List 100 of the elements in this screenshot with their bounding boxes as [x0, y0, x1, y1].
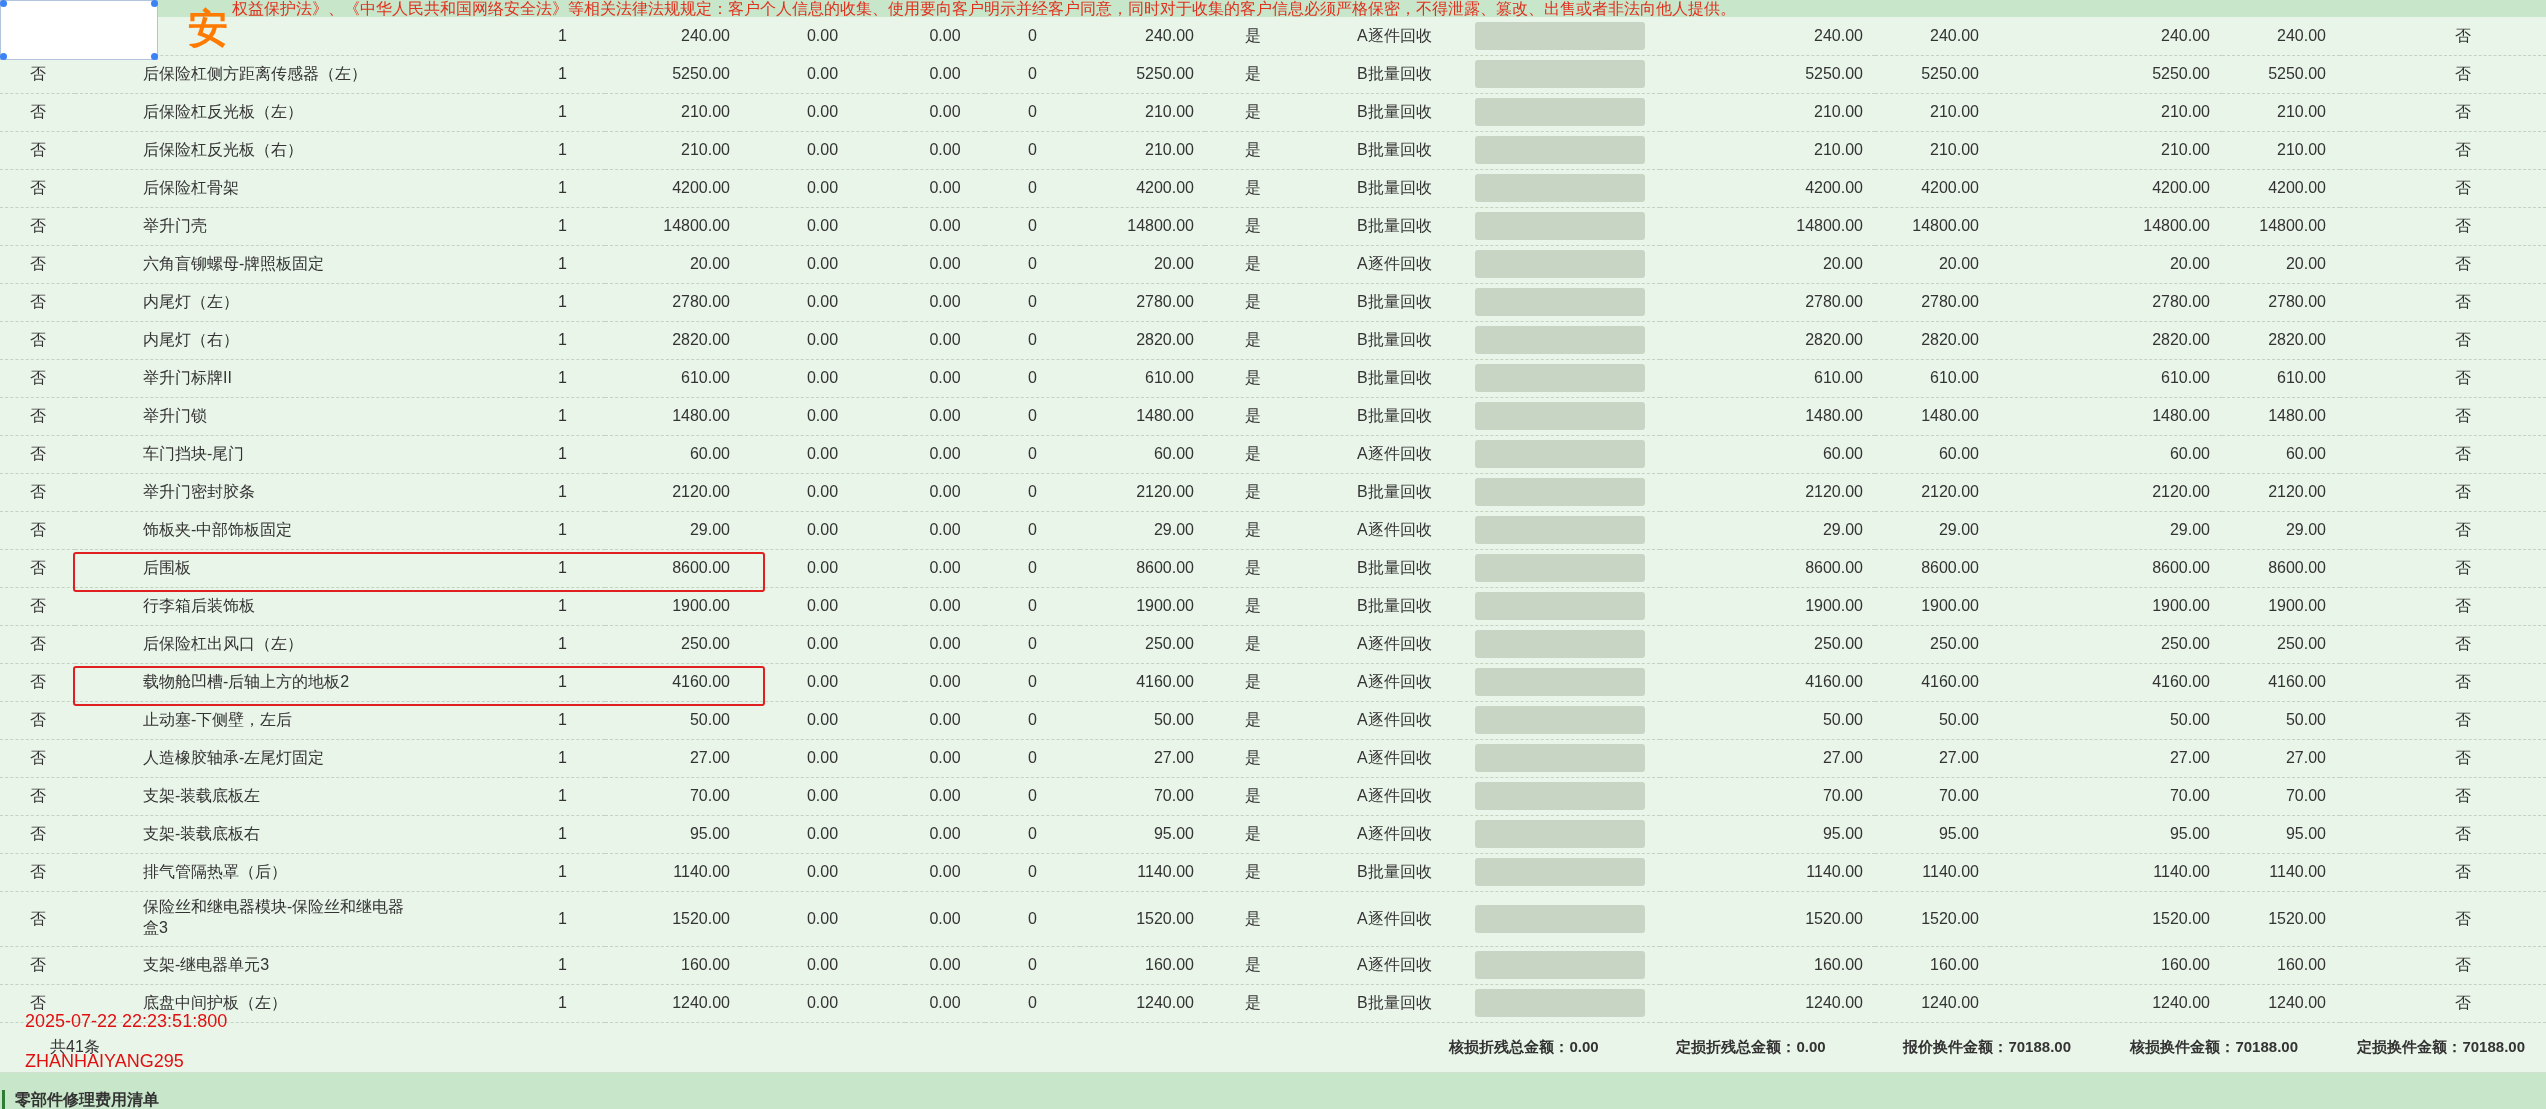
table-cell: 4200.00: [672, 179, 730, 196]
table-cell: 1: [558, 141, 567, 158]
table-cell: 0.00: [806, 179, 839, 196]
table-cell: 60.00: [1938, 445, 1979, 462]
table-cell: 0.00: [806, 559, 839, 576]
table-cell: 1520.00: [1136, 909, 1194, 927]
table-cell: 1: [558, 521, 567, 538]
table-cell-text: 人造橡胶轴承-左尾灯固定: [143, 748, 325, 768]
table-cell: 0: [1028, 635, 1037, 652]
table-cell: 0.00: [929, 956, 961, 973]
table-cell: B批量回收: [1357, 369, 1432, 386]
table-cell: 610.00: [1814, 369, 1863, 386]
table-cell-text: 后保险杠侧方距离传感器（左）: [143, 64, 367, 84]
table-cell: 0.00: [806, 749, 839, 766]
table-cell: 610.00: [681, 369, 730, 386]
table-cell: 240.00: [1145, 26, 1194, 44]
table-cell: 27.00: [689, 749, 730, 766]
total-amount: 报价换件金额：70188.00: [1903, 1036, 2072, 1057]
table-cell: 0.00: [806, 26, 839, 44]
table-cell: 0.00: [806, 141, 839, 158]
table-cell: 250.00: [2161, 635, 2210, 652]
table-cell: 70.00: [1822, 787, 1863, 804]
table-cell: 否: [2455, 909, 2471, 927]
table-cell: 20.00: [2169, 255, 2210, 272]
table-cell: B批量回收: [1357, 103, 1432, 120]
table-cell: 50.00: [689, 711, 730, 728]
table-cell: 1140.00: [1806, 863, 1863, 880]
table-cell-text: 内尾灯（右）: [143, 330, 239, 350]
table-cell: 240.00: [681, 26, 730, 44]
table-cell: 0.00: [929, 673, 961, 690]
table-cell: 否: [2455, 179, 2471, 196]
table-cell: 是: [1244, 711, 1261, 728]
table-cell: 0.00: [929, 483, 961, 500]
table-cell: 否: [29, 331, 46, 348]
table-cell: B批量回收: [1357, 331, 1432, 348]
table-cell: 否: [2455, 749, 2471, 766]
table-cell: A逐件回收: [1357, 825, 1432, 842]
table-cell: 0.00: [806, 711, 839, 728]
table-cell: 1900.00: [1805, 597, 1863, 614]
table-cell: 240.00: [2161, 26, 2210, 44]
table-cell: 160.00: [681, 956, 730, 973]
table-cell: 4160.00: [672, 673, 730, 690]
table-cell: 1240.00: [2268, 994, 2326, 1011]
table-cell: 1: [558, 635, 567, 652]
table-cell: 29.00: [1938, 521, 1979, 538]
table-cell: 0.00: [929, 331, 961, 348]
table-cell: 1: [558, 179, 567, 196]
table-cell: A逐件回收: [1357, 445, 1432, 462]
table-cell: 8600.00: [1136, 559, 1194, 576]
table-cell-text: 举升门壳: [143, 216, 207, 236]
table-cell: 0.00: [806, 909, 839, 927]
table-cell: 210.00: [681, 141, 730, 158]
table-cell: 2120.00: [672, 483, 730, 500]
table-cell: 160.00: [1930, 956, 1979, 973]
table-cell: 0.00: [806, 521, 839, 538]
table-cell: 否: [2455, 597, 2471, 614]
table-cell: 210.00: [1930, 103, 1979, 120]
table-cell: 210.00: [2161, 141, 2210, 158]
table-cell: 是: [1244, 863, 1261, 880]
table-cell: B批量回收: [1357, 179, 1432, 196]
table-cell: 5250.00: [1136, 65, 1194, 82]
table-cell: A逐件回收: [1357, 255, 1432, 272]
table-cell: 是: [1244, 521, 1261, 538]
table-cell: 14800.00: [2259, 217, 2326, 234]
table-cell: 否: [2455, 635, 2471, 652]
table-cell: 210.00: [1930, 141, 1979, 158]
table-cell: 是: [1244, 749, 1261, 766]
table-cell: 0.00: [806, 994, 839, 1011]
table-cell: 210.00: [1145, 141, 1194, 158]
table-cell: 2120.00: [2152, 483, 2210, 500]
table-cell: 29.00: [689, 521, 730, 538]
table-cell: 0: [1028, 369, 1037, 386]
table-cell: 否: [2455, 407, 2471, 424]
table-cell: 否: [2455, 141, 2471, 158]
table-cell: 8600.00: [1921, 559, 1979, 576]
table-cell: 0: [1028, 711, 1037, 728]
table-cell: 2120.00: [1136, 483, 1194, 500]
table-cell-text: 载物舱凹槽-后轴上方的地板2: [143, 672, 350, 692]
table-cell: 否: [29, 956, 46, 973]
table-cell: 14800.00: [1796, 217, 1863, 234]
table-cell: 70.00: [1153, 787, 1194, 804]
table-cell: 0: [1028, 787, 1037, 804]
table-cell: 20.00: [2285, 255, 2326, 272]
table-cell: 否: [29, 65, 46, 82]
table-cell: 1480.00: [1805, 407, 1863, 424]
table-cell: 1: [558, 65, 567, 82]
table-cell: 250.00: [1814, 635, 1863, 652]
table-cell: 否: [2455, 217, 2471, 234]
table-cell: 5250.00: [1921, 65, 1979, 82]
table-cell: 0.00: [929, 445, 961, 462]
table-cell: 50.00: [1153, 711, 1194, 728]
table-cell: 0.00: [929, 369, 961, 386]
table-cell: 否: [29, 597, 46, 614]
table-cell: 250.00: [1145, 635, 1194, 652]
table-cell: 1140.00: [673, 863, 730, 880]
table-cell: 是: [1244, 483, 1261, 500]
table-cell: 0: [1028, 407, 1037, 424]
table-cell: B批量回收: [1357, 994, 1432, 1011]
table-cell: 1: [558, 597, 567, 614]
table-cell: 是: [1244, 635, 1261, 652]
